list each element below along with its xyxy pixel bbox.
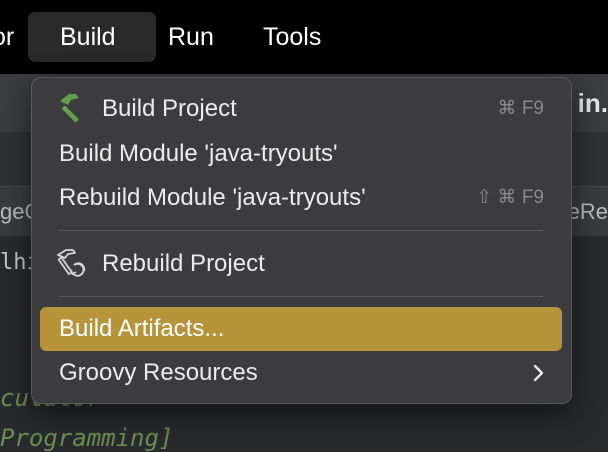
menubar-item-editor[interactable]: or: [0, 12, 28, 62]
menu-item-rebuild-module[interactable]: Rebuild Module 'java-tryouts' ⇧ ⌘ F9: [40, 176, 562, 220]
build-menu-dropdown: Build Project ⌘ F9 Build Module 'java-tr…: [31, 77, 572, 404]
menubar-item-build-label: Build: [60, 23, 116, 51]
menubar-item-build[interactable]: Build: [28, 12, 156, 62]
menu-item-label: Rebuild Module 'java-tryouts': [59, 184, 366, 211]
menu-item-label: Rebuild Project: [102, 250, 265, 277]
shortcut-label: ⇧ ⌘ F9: [476, 187, 544, 208]
rebuild-hammer-icon: [54, 247, 88, 281]
hammer-icon: [54, 92, 88, 126]
menu-item-build-project[interactable]: Build Project ⌘ F9: [40, 87, 562, 131]
background-tab-title: in.: [577, 88, 608, 118]
menu-item-build-artifacts[interactable]: Build Artifacts...: [40, 307, 562, 351]
menu-separator: [59, 296, 543, 297]
menu-item-label: Build Artifacts...: [59, 315, 225, 342]
menu-item-groovy-resources[interactable]: Groovy Resources: [40, 351, 562, 395]
menubar-item-run[interactable]: Run: [154, 12, 228, 62]
menu-bar: or Build Run Tools: [0, 0, 608, 74]
chevron-right-icon: [528, 362, 548, 384]
menu-item-build-module[interactable]: Build Module 'java-tryouts': [40, 132, 562, 176]
menu-item-rebuild-project[interactable]: Rebuild Project: [40, 242, 562, 286]
menu-separator: [59, 230, 543, 231]
editor-tab-right[interactable]: eRe: [568, 199, 608, 225]
screen: or Build Run Tools in. geC eRe lhi culat…: [0, 0, 608, 452]
menu-item-label: Build Project: [102, 95, 237, 122]
code-line: Programming]: [0, 424, 174, 452]
menu-item-label: Groovy Resources: [59, 359, 258, 386]
shortcut-label: ⌘ F9: [497, 98, 544, 119]
menubar-item-tools[interactable]: Tools: [249, 12, 335, 62]
menu-item-label: Build Module 'java-tryouts': [59, 140, 338, 167]
